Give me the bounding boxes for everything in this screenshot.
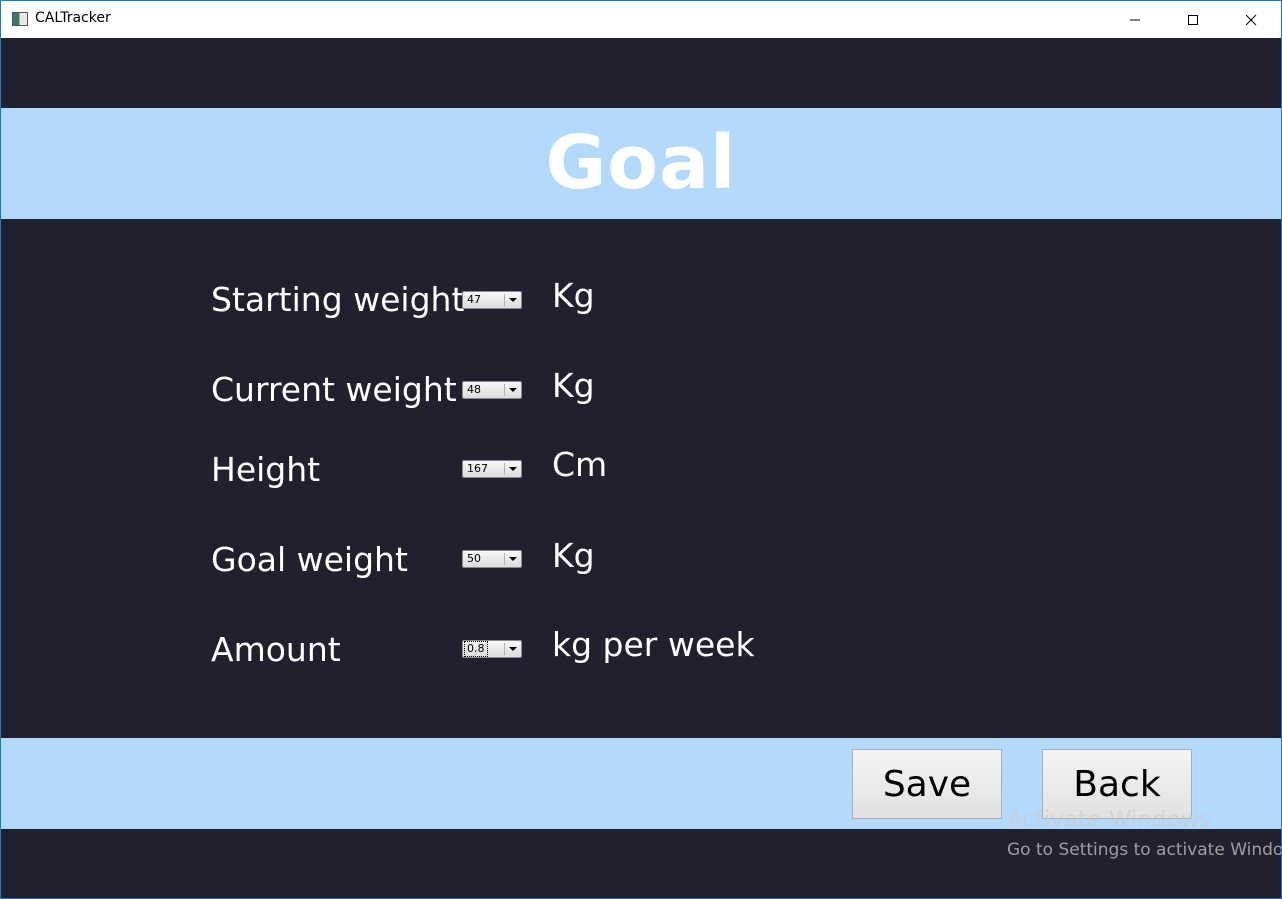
title-bar[interactable]: CALTracker [1, 1, 1281, 38]
activate-windows-title: Activate Windows [1007, 807, 1212, 833]
app-icon [12, 12, 28, 26]
height-select[interactable]: 167 [462, 460, 522, 478]
starting-weight-unit: Kg [552, 276, 595, 315]
amount-value: 0.8 [464, 641, 488, 657]
minimize-icon [1130, 19, 1140, 20]
chevron-down-icon[interactable] [505, 641, 521, 657]
height-unit: Cm [552, 445, 608, 484]
starting-weight-select[interactable]: 47 [462, 291, 522, 309]
current-weight-unit: Kg [552, 366, 595, 405]
chevron-down-icon[interactable] [505, 551, 521, 567]
goal-weight-select[interactable]: 50 [462, 550, 522, 568]
goal-weight-unit: Kg [552, 536, 595, 575]
header-banner: Goal [1, 108, 1281, 219]
maximize-button[interactable] [1164, 1, 1222, 38]
close-icon [1245, 14, 1257, 25]
chevron-down-icon[interactable] [505, 382, 521, 398]
starting-weight-value: 47 [467, 293, 481, 306]
save-button[interactable]: Save [852, 749, 1002, 819]
maximize-icon [1188, 14, 1198, 25]
current-weight-value: 48 [467, 383, 481, 396]
chevron-down-icon[interactable] [505, 461, 521, 477]
chevron-down-icon[interactable] [505, 292, 521, 308]
height-label: Height [211, 450, 321, 489]
app-window: CALTracker Goal Starting weight 47 Kg Cu… [0, 0, 1282, 899]
amount-unit: kg per week [552, 625, 755, 664]
goal-weight-label: Goal weight [211, 540, 408, 579]
activate-windows-subtitle: Go to Settings to activate Windows. [1007, 840, 1282, 860]
height-value: 167 [467, 462, 488, 475]
window-title: CALTracker [35, 10, 111, 26]
current-weight-label: Current weight [211, 370, 457, 409]
current-weight-select[interactable]: 48 [462, 381, 522, 399]
close-button[interactable] [1222, 1, 1280, 38]
page-title: Goal [545, 120, 737, 206]
minimize-button[interactable] [1106, 1, 1164, 38]
amount-select[interactable]: 0.8 [462, 640, 522, 658]
starting-weight-label: Starting weight [211, 280, 465, 319]
amount-label: Amount [211, 630, 341, 669]
goal-weight-value: 50 [467, 552, 481, 565]
